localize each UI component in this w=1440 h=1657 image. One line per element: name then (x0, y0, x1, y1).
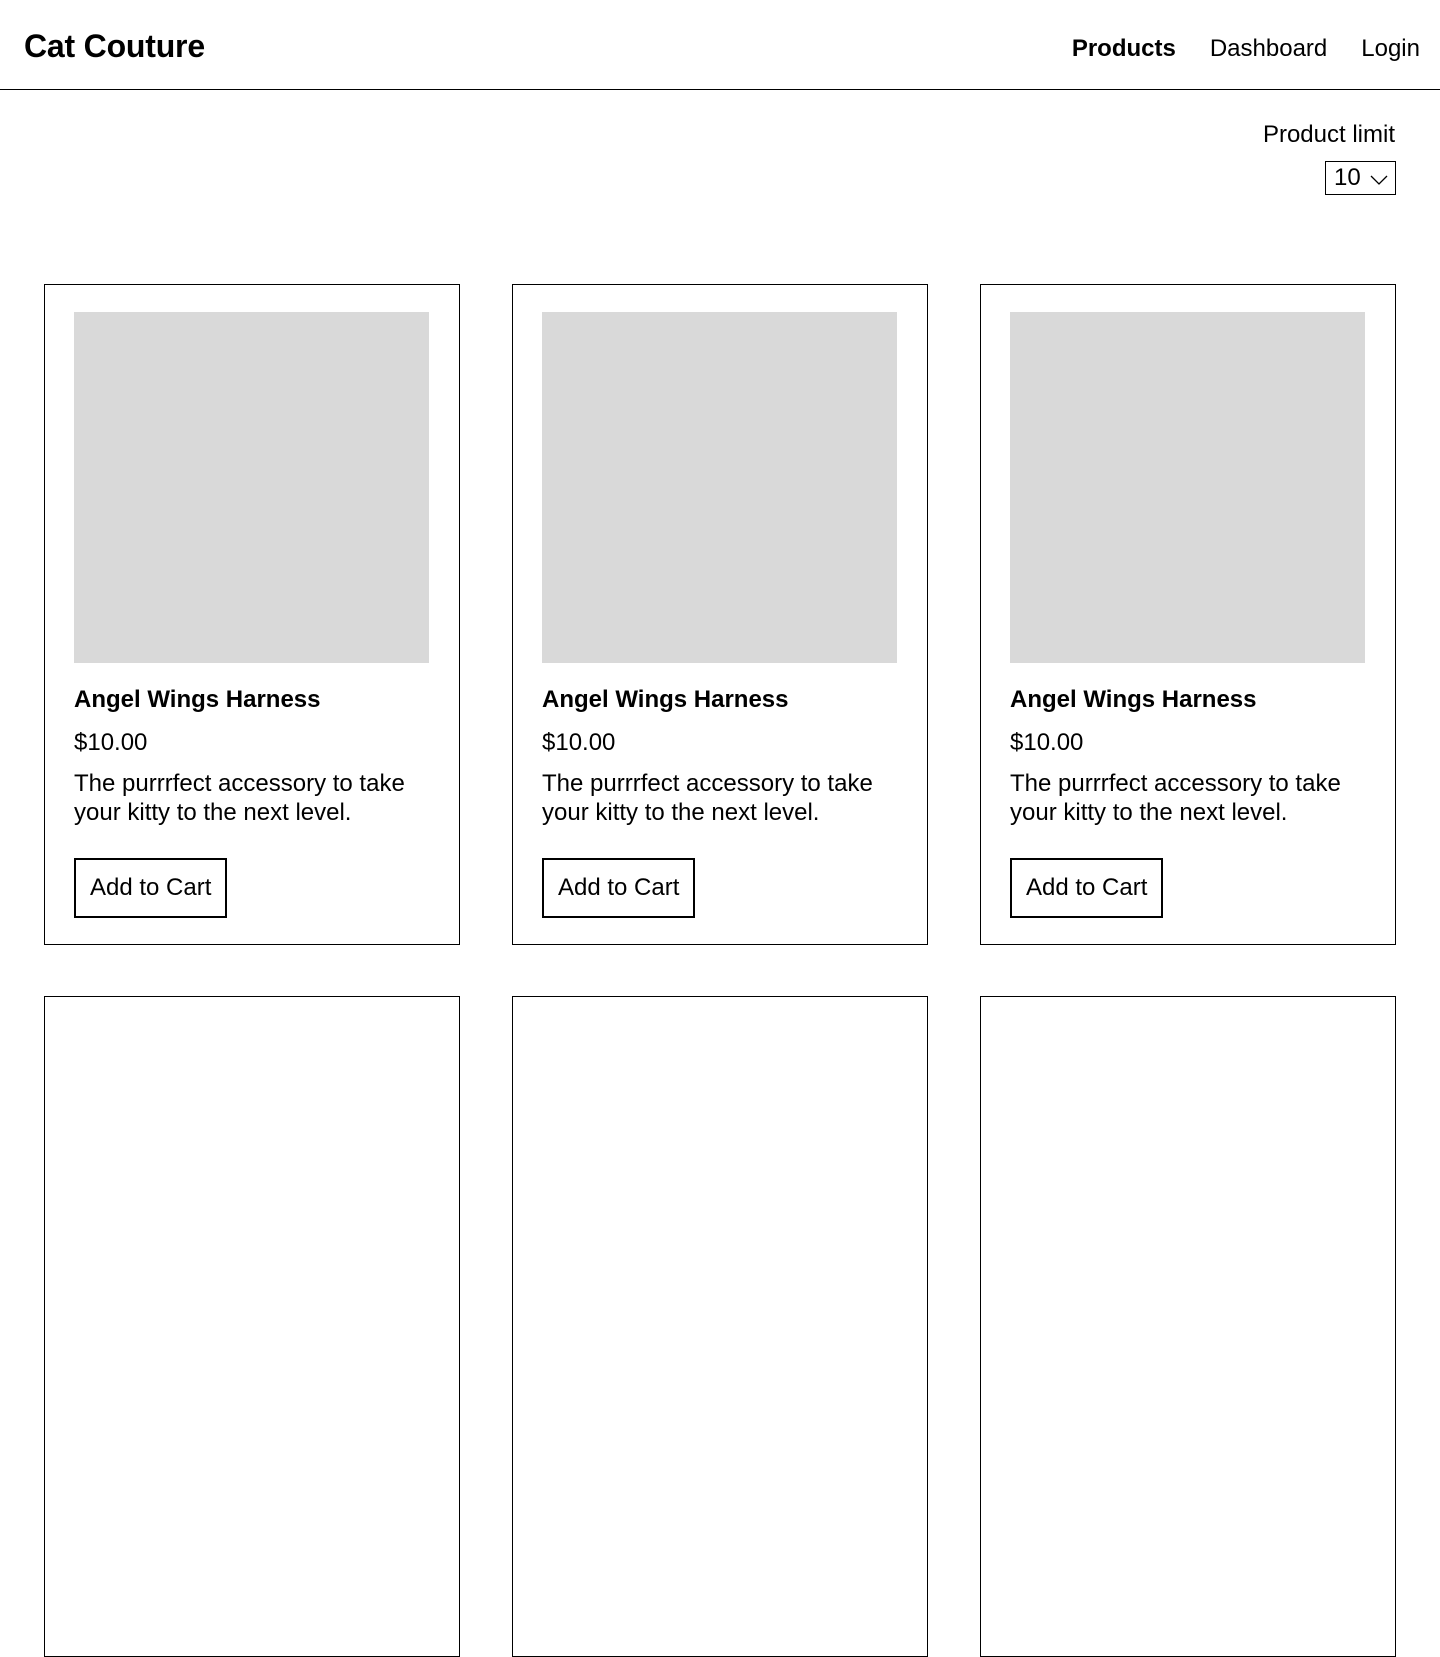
main-nav: Products Dashboard Login (1072, 33, 1420, 65)
product-price: $10.00 (1010, 729, 1084, 756)
product-name: Angel Wings Harness (542, 686, 789, 713)
product-card-partial (512, 996, 928, 1657)
nav-dashboard[interactable]: Dashboard (1210, 33, 1327, 65)
product-card: Angel Wings Harness $10.00 The purrrfect… (980, 284, 1396, 945)
product-limit-select[interactable]: 10 (1325, 161, 1396, 195)
product-image[interactable] (1010, 312, 1365, 663)
add-to-cart-button[interactable]: Add to Cart (542, 858, 696, 918)
product-grid: Angel Wings Harness $10.00 The purrrfect… (44, 284, 1396, 1657)
product-description: The purrrfect accessory to take your kit… (542, 770, 873, 826)
product-description: The purrrfect accessory to take your kit… (1010, 770, 1341, 826)
product-card-partial (980, 996, 1396, 1657)
product-card: Angel Wings Harness $10.00 The purrrfect… (512, 284, 928, 945)
add-to-cart-button[interactable]: Add to Cart (74, 858, 228, 918)
product-name: Angel Wings Harness (74, 686, 321, 713)
product-name: Angel Wings Harness (1010, 686, 1257, 713)
product-image[interactable] (74, 312, 429, 663)
product-card-partial (44, 996, 460, 1657)
nav-products[interactable]: Products (1072, 33, 1176, 65)
product-limit-value: 10 (1334, 164, 1361, 191)
product-price: $10.00 (542, 729, 616, 756)
chevron-down-icon (1370, 175, 1388, 185)
site-header: Cat Couture Products Dashboard Login (0, 0, 1440, 90)
product-card: Angel Wings Harness $10.00 The purrrfect… (44, 284, 460, 945)
product-image[interactable] (542, 312, 897, 663)
product-price: $10.00 (74, 729, 148, 756)
brand-logo[interactable]: Cat Couture (24, 26, 205, 66)
product-limit-label: Product limit (1262, 121, 1395, 148)
add-to-cart-button[interactable]: Add to Cart (1010, 858, 1164, 918)
nav-login[interactable]: Login (1361, 33, 1420, 65)
product-description: The purrrfect accessory to take your kit… (74, 770, 405, 826)
